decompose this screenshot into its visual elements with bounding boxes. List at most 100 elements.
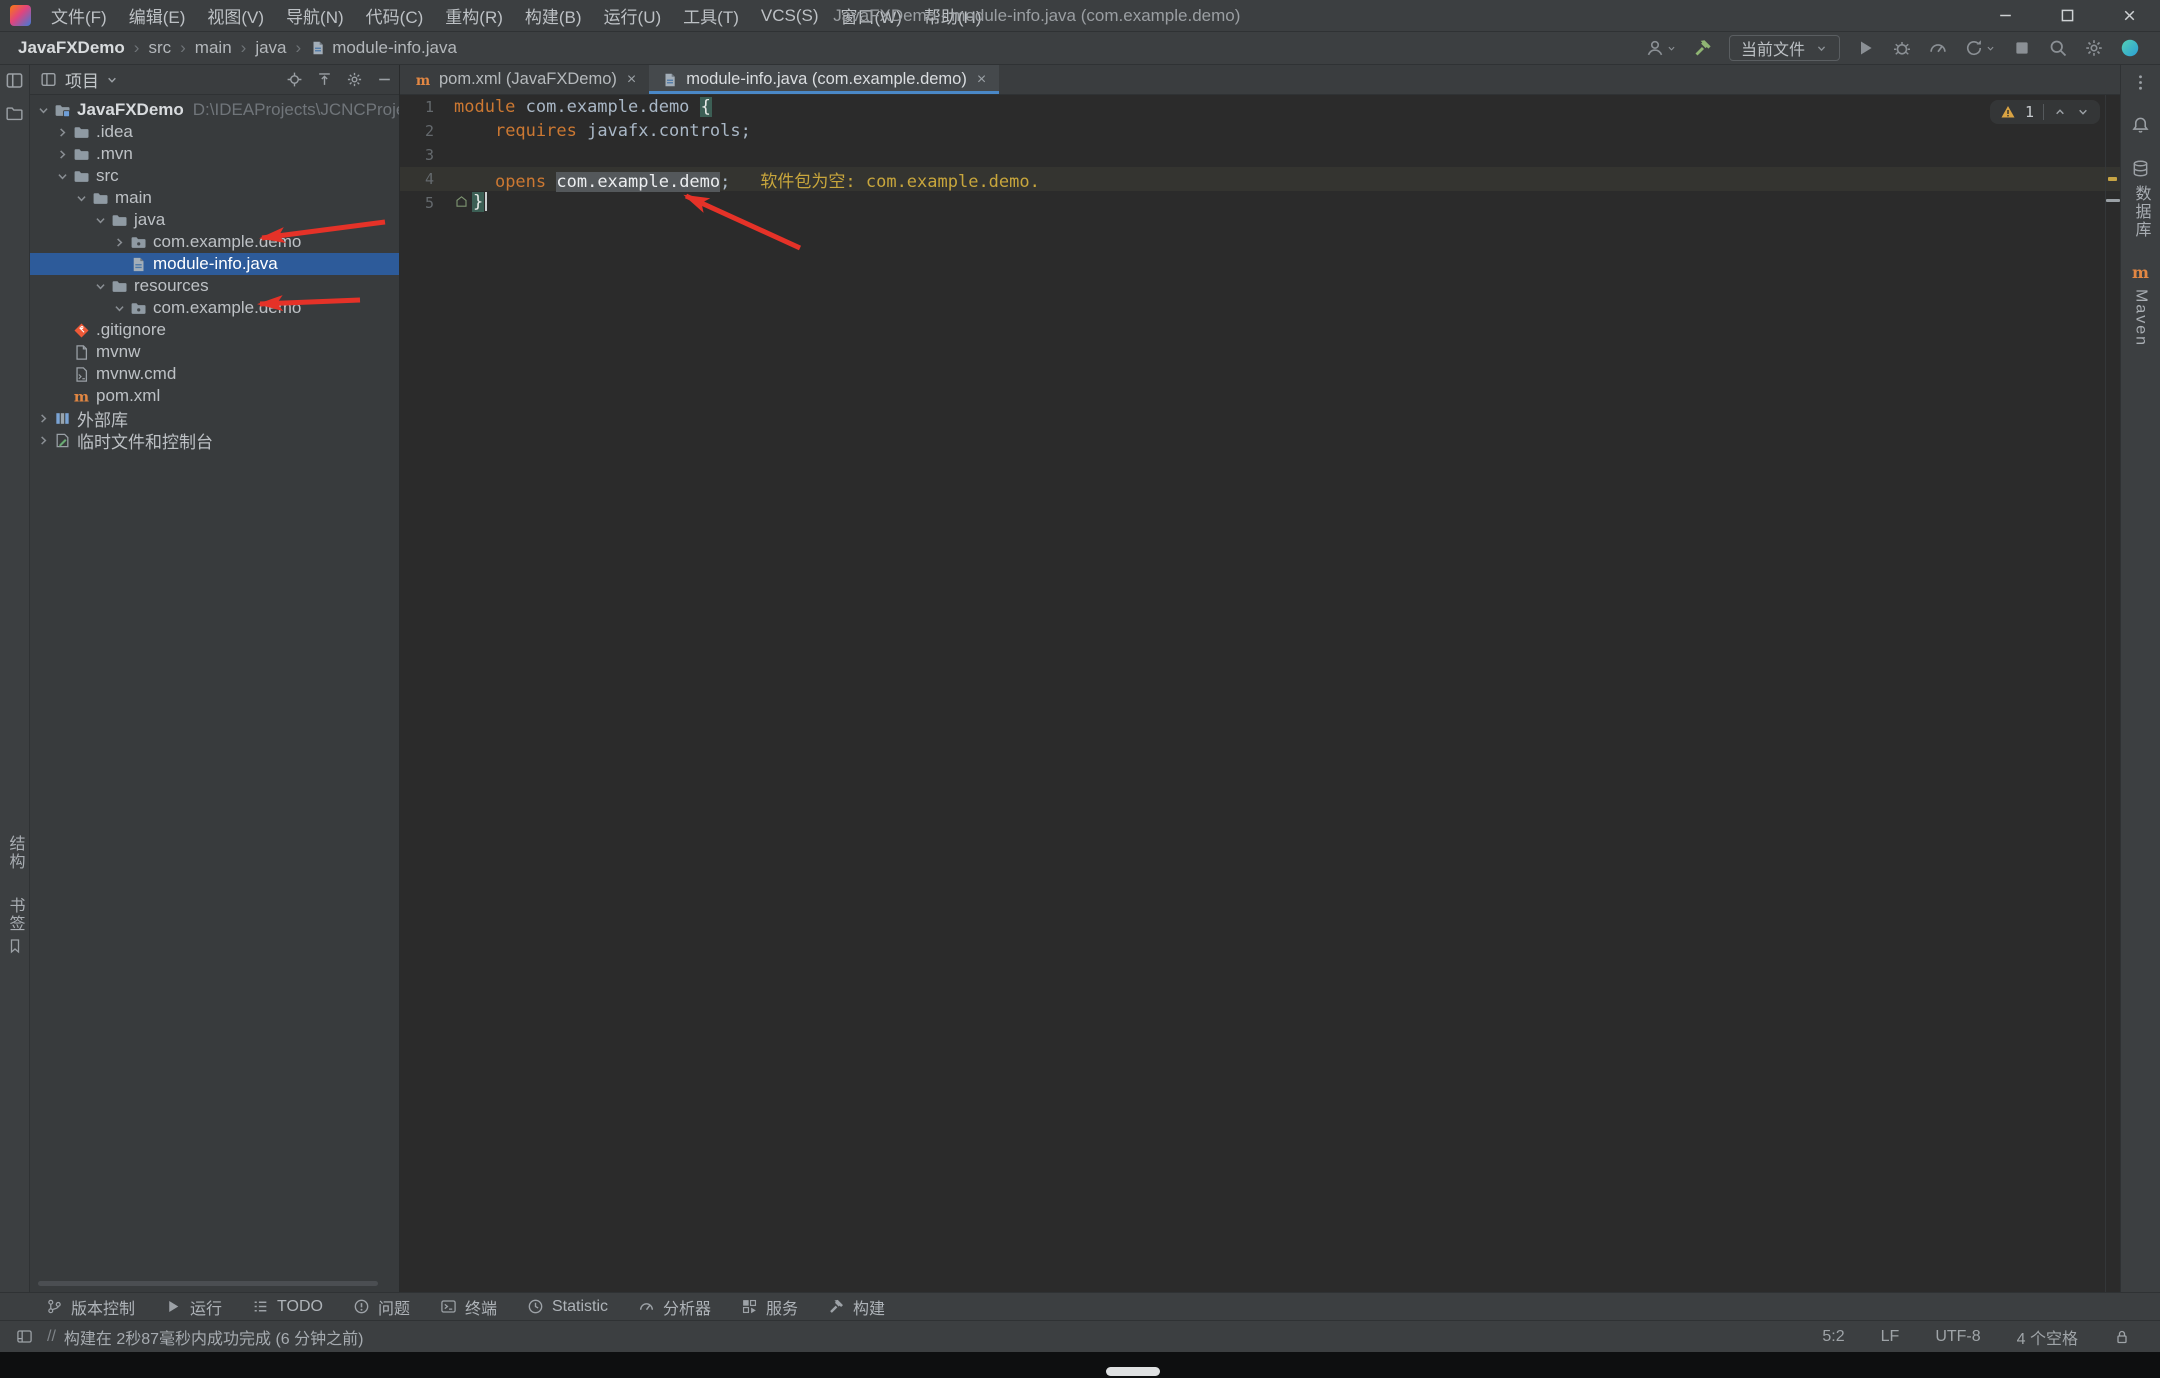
close-icon[interactable]: × bbox=[627, 71, 636, 89]
tree-item-pom-xml[interactable]: mpom.xml bbox=[30, 385, 399, 407]
chevron-right-icon[interactable] bbox=[110, 233, 129, 252]
status-lock[interactable] bbox=[2114, 1329, 2130, 1345]
status-message[interactable]: 构建在 2秒87毫秒内成功完成 (6 分钟之前) bbox=[64, 1325, 364, 1349]
tree-item-resources[interactable]: resources bbox=[30, 275, 399, 297]
chevron-down-icon[interactable] bbox=[72, 189, 91, 208]
tree-item-main[interactable]: main bbox=[30, 187, 399, 209]
maximize-button[interactable] bbox=[2036, 0, 2098, 31]
tool-stripe-数据库[interactable]: 数据库 bbox=[2129, 159, 2153, 239]
chevron-right-icon[interactable] bbox=[34, 431, 53, 450]
chevron-down-icon[interactable] bbox=[110, 299, 129, 318]
menu-代码-c[interactable]: 代码(C) bbox=[355, 0, 435, 31]
tree-item-module-info-java[interactable]: module-info.java bbox=[30, 253, 399, 275]
tool-window-button-问题[interactable]: 问题 bbox=[353, 1295, 410, 1319]
close-button[interactable] bbox=[2098, 0, 2160, 31]
tool-window-button-版本控制[interactable]: 版本控制 bbox=[46, 1295, 135, 1319]
menu-构建-b[interactable]: 构建(B) bbox=[514, 0, 593, 31]
chevron-down-icon[interactable] bbox=[34, 101, 53, 120]
minimize-button[interactable] bbox=[1974, 0, 2036, 31]
menu-工具-t[interactable]: 工具(T) bbox=[672, 0, 750, 31]
tree-item-javafxdemo[interactable]: JavaFXDemoD:\IDEAProjects\JCNCProjects\J… bbox=[30, 99, 399, 121]
tool-window-button-运行[interactable]: 运行 bbox=[165, 1295, 222, 1319]
tree-item-com-example-demo[interactable]: com.example.demo bbox=[30, 297, 399, 319]
breadcrumb-item-javafxdemo[interactable]: JavaFXDemo bbox=[12, 36, 131, 60]
rerun-button[interactable] bbox=[1964, 38, 1996, 58]
menu-重构-r[interactable]: 重构(R) bbox=[434, 0, 514, 31]
tool-window-button-终端[interactable]: 终端 bbox=[440, 1295, 497, 1319]
breadcrumb-item-module-info-java[interactable]: module-info.java bbox=[304, 36, 463, 60]
search-button[interactable] bbox=[2048, 38, 2068, 58]
tree-item-临时文件和控制台[interactable]: 临时文件和控制台 bbox=[30, 429, 399, 451]
plugin-button[interactable] bbox=[2120, 38, 2140, 58]
chevron-down-icon[interactable] bbox=[105, 73, 119, 87]
tool-stripe-maven[interactable]: mMaven bbox=[2131, 263, 2150, 347]
status-line-separator[interactable]: LF bbox=[1881, 1328, 1900, 1346]
code-editor[interactable]: 1module com.example.demo {2 requires jav… bbox=[400, 95, 2120, 1292]
chevron-right-icon[interactable] bbox=[53, 145, 72, 164]
hide-button[interactable] bbox=[376, 71, 393, 88]
debug-button[interactable] bbox=[1892, 38, 1912, 58]
menu-vcs-s[interactable]: VCS(S) bbox=[750, 0, 830, 31]
status-caret-position[interactable]: 5:2 bbox=[1822, 1328, 1844, 1346]
menu-视图-v[interactable]: 视图(V) bbox=[196, 0, 275, 31]
build-hammer-button[interactable] bbox=[1693, 38, 1713, 58]
locate-button[interactable] bbox=[286, 71, 303, 88]
tool-window-button-todo[interactable]: TODO bbox=[252, 1298, 323, 1316]
run-config-selector[interactable]: 当前文件 bbox=[1729, 35, 1840, 61]
tool-window-button-服务[interactable]: 服务 bbox=[741, 1295, 798, 1319]
chevron-right-icon[interactable] bbox=[53, 123, 72, 142]
tool-window-button-构建[interactable]: 构建 bbox=[828, 1295, 885, 1319]
collapse-all-button[interactable] bbox=[316, 71, 333, 88]
chevron-down-icon[interactable] bbox=[53, 167, 72, 186]
tree-item-java[interactable]: java bbox=[30, 209, 399, 231]
more-v-button[interactable] bbox=[2131, 73, 2150, 92]
stop-button[interactable] bbox=[2012, 38, 2032, 58]
horizontal-scrollbar[interactable] bbox=[38, 1281, 378, 1286]
status-indent-style[interactable]: 4 个空格 bbox=[2017, 1325, 2078, 1349]
folder-tool-button[interactable] bbox=[5, 104, 24, 123]
user-button[interactable] bbox=[1645, 38, 1677, 58]
tree-item-com-example-demo[interactable]: com.example.demo bbox=[30, 231, 399, 253]
tool-window-button-statistic[interactable]: Statistic bbox=[527, 1298, 608, 1316]
breadcrumb-item-main[interactable]: main bbox=[189, 36, 238, 60]
tree-item-mvnw-cmd[interactable]: mvnw.cmd bbox=[30, 363, 399, 385]
line-number[interactable]: 2 bbox=[400, 122, 434, 140]
code-line-1[interactable]: 1module com.example.demo { bbox=[400, 95, 2120, 119]
code-line-4[interactable]: 4 opens com.example.demo;软件包为空: com.exam… bbox=[400, 167, 2120, 191]
status-file-encoding[interactable]: UTF-8 bbox=[1935, 1328, 1980, 1346]
tab-module-info-java-com-example-demo[interactable]: module-info.java (com.example.demo)× bbox=[649, 65, 999, 94]
chevron-right-icon[interactable] bbox=[34, 409, 53, 428]
tree-item-mvn[interactable]: .mvn bbox=[30, 143, 399, 165]
tool-stripe-书签[interactable]: 书签 bbox=[0, 897, 29, 959]
tree-item-mvnw[interactable]: mvnw bbox=[30, 341, 399, 363]
tab-pom-xml-javafxdemo[interactable]: mpom.xml (JavaFXDemo)× bbox=[402, 65, 649, 94]
profile-button[interactable] bbox=[1928, 38, 1948, 58]
line-number[interactable]: 1 bbox=[400, 98, 434, 116]
menu-导航-n[interactable]: 导航(N) bbox=[275, 0, 355, 31]
inspections-widget[interactable]: 1 bbox=[1990, 100, 2100, 124]
line-number[interactable]: 3 bbox=[400, 146, 434, 164]
line-number[interactable]: 4 bbox=[400, 170, 434, 188]
tree-item-idea[interactable]: .idea bbox=[30, 121, 399, 143]
code-line-2[interactable]: 2 requires javafx.controls; bbox=[400, 119, 2120, 143]
settings-button[interactable] bbox=[2084, 38, 2104, 58]
tool-stripe-结构[interactable]: 结构 bbox=[0, 835, 29, 871]
bell-button[interactable] bbox=[2131, 116, 2150, 135]
editor-scrollbar[interactable] bbox=[2105, 95, 2106, 1292]
chevron-down-icon[interactable] bbox=[91, 277, 110, 296]
code-line-3[interactable]: 3 bbox=[400, 143, 2120, 167]
menu-运行-u[interactable]: 运行(U) bbox=[593, 0, 673, 31]
breadcrumb-item-src[interactable]: src bbox=[142, 36, 177, 60]
project-tool-button[interactable] bbox=[5, 71, 24, 90]
project-panel-title[interactable]: 项目 bbox=[65, 67, 99, 92]
line-number[interactable]: 5 bbox=[400, 194, 434, 212]
tree-item-src[interactable]: src bbox=[30, 165, 399, 187]
tool-window-layout-icon[interactable] bbox=[16, 1328, 33, 1345]
breadcrumb-item-java[interactable]: java bbox=[249, 36, 292, 60]
menu-文件-f[interactable]: 文件(F) bbox=[40, 0, 118, 31]
tool-window-button-分析器[interactable]: 分析器 bbox=[638, 1295, 711, 1319]
settings-button[interactable] bbox=[346, 71, 363, 88]
fold-end-icon[interactable] bbox=[454, 194, 469, 214]
tree-item-外部库[interactable]: 外部库 bbox=[30, 407, 399, 429]
chevron-up-icon[interactable] bbox=[2053, 105, 2067, 119]
